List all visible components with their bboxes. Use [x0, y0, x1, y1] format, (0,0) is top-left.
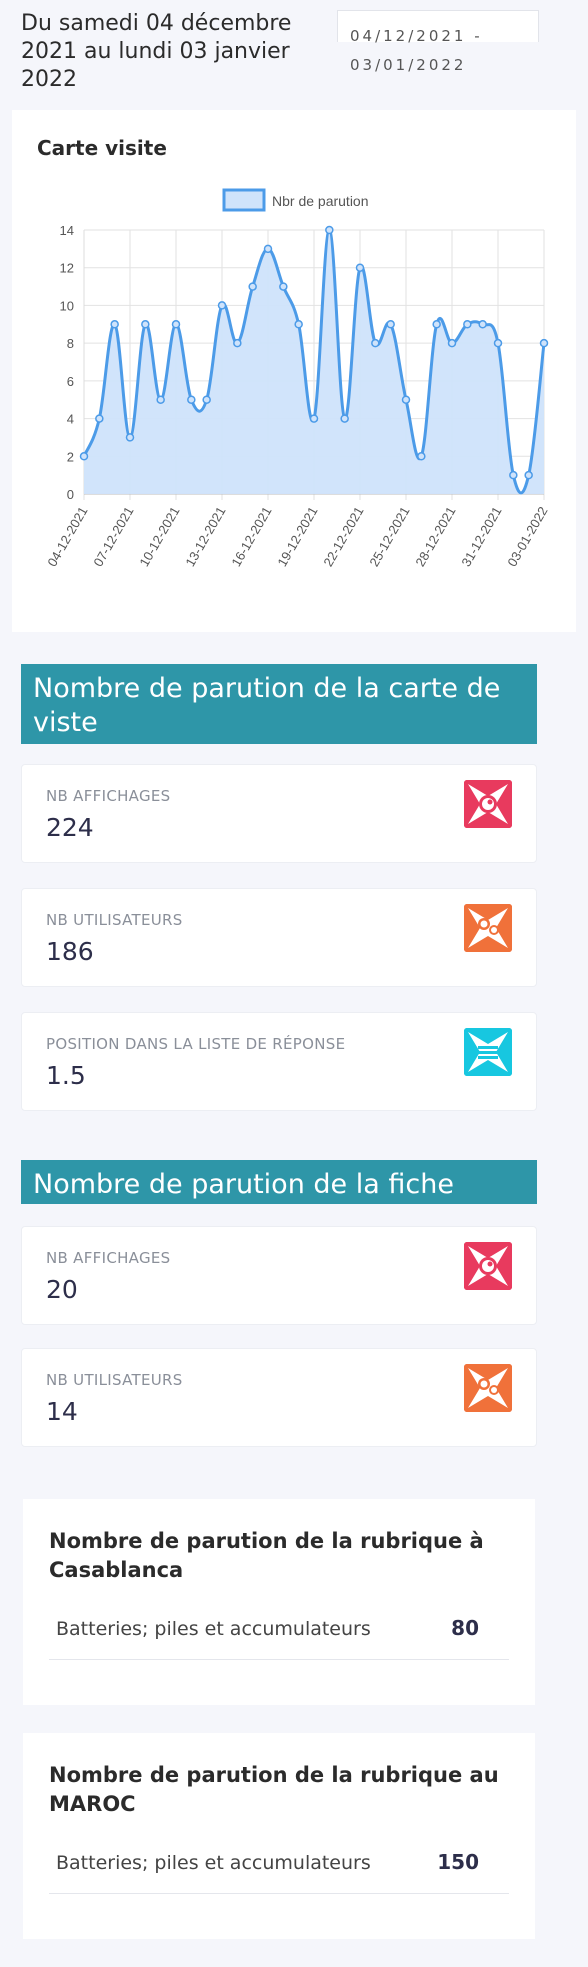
stat-value: 14	[46, 1397, 78, 1426]
stat-value: 1.5	[46, 1061, 86, 1090]
eye-icon	[464, 1242, 512, 1290]
stat-card-position-carte: POSITION DANS LA LISTE DE RÉPONSE 1.5	[21, 1012, 537, 1111]
y-tick-label: 10	[60, 298, 74, 313]
x-tick-label: 22-12-2021	[320, 504, 366, 569]
rubrique-name: Batteries; piles et accumulateurs	[56, 1852, 371, 1874]
x-tick-label: 03-01-2022	[504, 504, 550, 569]
data-point	[279, 282, 288, 291]
data-point	[187, 395, 196, 404]
data-point	[95, 414, 104, 423]
data-point	[417, 452, 426, 461]
data-point	[125, 433, 135, 442]
rubrique-casablanca-title: Nombre de parution de la rubrique à Casa…	[49, 1529, 484, 1582]
data-point	[386, 320, 395, 329]
stat-label: POSITION DANS LA LISTE DE RÉPONSE	[46, 1035, 346, 1053]
y-tick-label: 12	[60, 261, 74, 276]
rubrique-name: Batteries; piles et accumulateurs	[56, 1618, 371, 1640]
data-point	[432, 320, 441, 329]
data-point	[248, 282, 257, 291]
data-point	[355, 263, 365, 272]
x-tick-label: 25-12-2021	[366, 504, 412, 569]
rubrique-maroc-title: Nombre de parution de la rubrique au MAR…	[49, 1763, 499, 1816]
y-tick-label: 6	[67, 374, 74, 389]
eye-icon	[464, 780, 512, 828]
stat-card-utilisateurs-fiche: NB UTILISATEURS 14	[21, 1348, 537, 1447]
x-tick-label: 28-12-2021	[412, 504, 458, 569]
data-point	[217, 301, 227, 310]
data-point	[340, 414, 349, 423]
y-tick-label: 8	[67, 336, 74, 351]
data-point	[401, 395, 411, 404]
x-tick-label: 19-12-2021	[274, 504, 320, 569]
data-point	[371, 338, 380, 348]
data-point	[539, 338, 549, 348]
data-point	[493, 338, 503, 348]
users-icon	[464, 904, 512, 952]
period-text: Du samedi 04 décembre 2021 au lundi 03 j…	[21, 11, 292, 92]
section-header-carte: Nombre de parution de la carte de viste	[21, 664, 537, 744]
list-icon	[464, 1028, 512, 1076]
x-tick-label: 31-12-2021	[458, 504, 504, 569]
parution-chart: 0 2 4 6 8 10 12 14 04-12-2021 07-12-2021 10-12-202…	[44, 188, 551, 569]
data-point	[294, 320, 303, 329]
table-row: Batteries; piles et accumulateurs 80	[49, 1604, 509, 1660]
data-point	[478, 320, 487, 329]
legend-swatch	[222, 188, 266, 212]
data-point	[524, 470, 533, 480]
data-point	[509, 470, 518, 480]
data-point	[141, 320, 150, 329]
table-row: Batteries; piles et accumulateurs 150	[49, 1838, 509, 1894]
x-tick-label: 07-12-2021	[90, 504, 136, 569]
y-tick-label: 2	[67, 449, 74, 464]
stat-label: NB AFFICHAGES	[46, 787, 171, 805]
header: Du samedi 04 décembre 2021 au lundi 03 j…	[21, 10, 581, 100]
date-range-input[interactable]: 04/12/2021 - 03/01/2022	[337, 10, 539, 74]
stat-label: NB UTILISATEURS	[46, 1371, 183, 1389]
stat-label: NB UTILISATEURS	[46, 911, 183, 929]
y-tick-label: 4	[67, 412, 74, 427]
data-point	[309, 414, 319, 423]
stat-card-affichages-fiche: NB AFFICHAGES 20	[21, 1226, 537, 1325]
x-tick-label: 04-12-2021	[44, 504, 90, 569]
legend-label: Nbr de parution	[272, 193, 369, 209]
stat-card-affichages-carte: NB AFFICHAGES 224	[21, 764, 537, 863]
data-point	[202, 395, 211, 404]
rubrique-maroc-card: Nombre de parution de la rubrique au MAR…	[23, 1733, 535, 1939]
data-point	[325, 225, 334, 235]
x-tick-label: 13-12-2021	[182, 504, 228, 569]
stat-value: 186	[46, 937, 94, 966]
rubrique-count: 150	[437, 1850, 479, 1874]
x-tick-label: 10-12-2021	[136, 504, 182, 569]
users-icon	[464, 1364, 512, 1412]
y-tick-label: 0	[67, 487, 74, 502]
y-tick-label: 14	[60, 223, 74, 238]
data-point	[263, 244, 273, 254]
stat-label: NB AFFICHAGES	[46, 1249, 171, 1267]
stat-value: 224	[46, 813, 94, 842]
data-point	[171, 320, 181, 329]
data-point	[79, 452, 89, 461]
section-header-fiche: Nombre de parution de la fiche	[21, 1160, 537, 1204]
data-point	[447, 338, 457, 348]
stat-card-utilisateurs-carte: NB UTILISATEURS 186	[21, 888, 537, 987]
data-point	[463, 320, 472, 329]
data-point	[233, 338, 242, 348]
rubrique-casablanca-card: Nombre de parution de la rubrique à Casa…	[23, 1499, 535, 1705]
data-point	[110, 320, 119, 329]
chart-card: Carte visite 0 2 4 6 8 10 12 14 04-12-2021 07-12-…	[12, 110, 576, 632]
stat-value: 20	[46, 1275, 78, 1304]
rubrique-count: 80	[451, 1616, 479, 1640]
x-tick-label: 16-12-2021	[228, 504, 274, 569]
data-point	[156, 395, 165, 404]
